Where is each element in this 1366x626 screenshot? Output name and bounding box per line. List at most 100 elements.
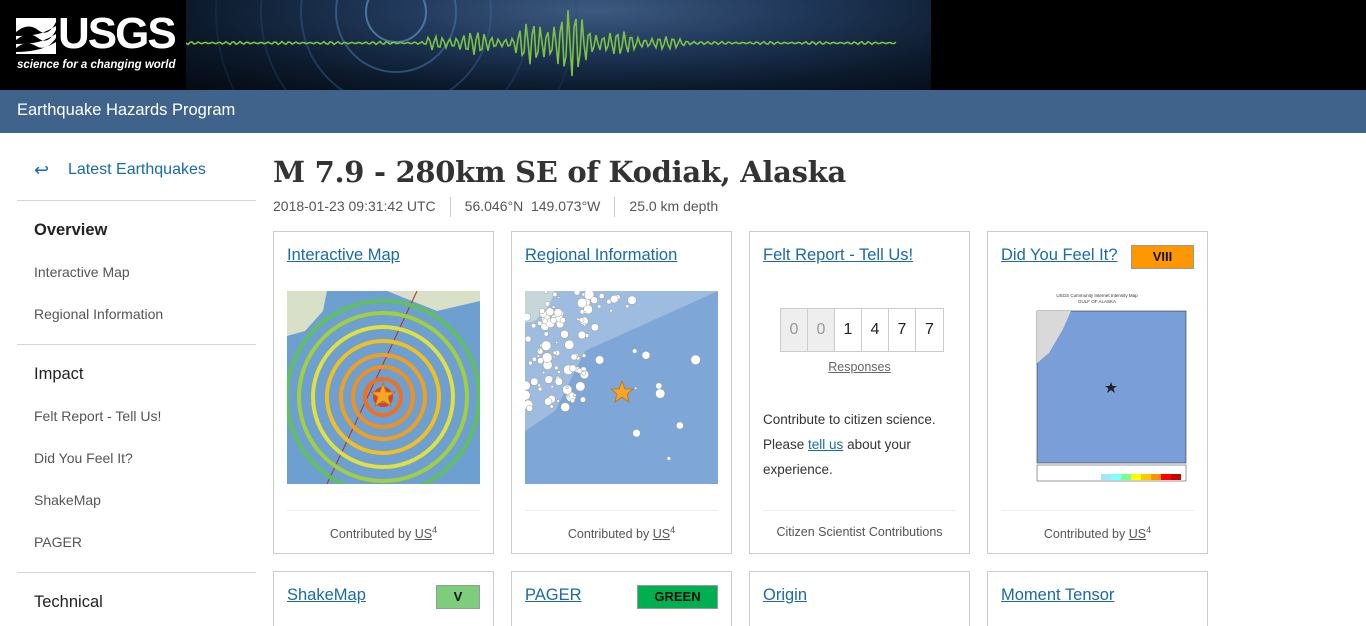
earthquake-marker — [557, 296, 560, 299]
earthquake-marker — [610, 294, 619, 304]
earthquake-marker — [554, 365, 559, 371]
sidebar-item-overview[interactable]: Overview — [34, 221, 107, 240]
earthquake-marker — [554, 377, 563, 386]
usgs-wave-logo-icon — [16, 18, 56, 54]
earthquake-marker — [543, 291, 548, 294]
earthquake-marker — [528, 360, 533, 366]
logo-tagline: science for a changing world — [17, 59, 176, 71]
earthquake-marker — [545, 307, 555, 317]
sidebar-item-shakemap[interactable]: ShakeMap — [34, 492, 101, 508]
earthquake-marker — [627, 295, 637, 305]
svg-text:GULF OF ALASKA: GULF OF ALASKA — [1078, 299, 1116, 304]
event-title: M 7.9 - 280km SE of Kodiak, Alaska — [273, 155, 846, 189]
divider — [614, 197, 616, 217]
earthquake-marker — [576, 368, 583, 374]
earthquake-marker — [537, 348, 540, 352]
earthquake-marker — [581, 353, 587, 358]
earthquake-marker — [581, 371, 586, 376]
shakemap-intensity-badge: V — [436, 585, 480, 609]
earthquake-marker — [530, 377, 539, 386]
divider — [287, 510, 480, 511]
felt-report-link[interactable]: Felt Report - Tell Us! — [763, 246, 913, 265]
counter-digit: 0 — [781, 309, 808, 351]
pager-card: PAGER GREEN — [511, 571, 732, 626]
tell-us-link[interactable]: tell us — [808, 437, 843, 452]
earthquake-marker — [666, 456, 671, 461]
site-header: USGS science for a changing world — [0, 0, 1366, 90]
counter-digit: 0 — [808, 309, 835, 351]
earthquake-marker — [572, 393, 577, 398]
seismogram-banner — [186, 0, 931, 90]
contributor-credit: Contributed by US4 — [1043, 525, 1152, 542]
regional-information-link[interactable]: Regional Information — [525, 246, 677, 265]
earthquake-marker — [538, 307, 546, 315]
earthquake-marker — [550, 385, 554, 389]
earthquake-marker — [590, 296, 598, 304]
sidebar-item-pager[interactable]: PAGER — [34, 534, 82, 550]
earthquake-marker — [542, 371, 546, 375]
contributor-credit: Contributed by US4 — [329, 525, 438, 542]
earthquake-marker — [632, 429, 641, 438]
shakemap-link[interactable]: ShakeMap — [287, 586, 366, 605]
earthquake-marker — [632, 348, 638, 354]
sidebar-item-felt-report[interactable]: Felt Report - Tell Us! — [34, 408, 161, 424]
earthquake-marker — [598, 293, 605, 299]
felt-description: Contribute to citizen science. Please te… — [763, 412, 936, 477]
earthquake-marker — [595, 355, 605, 365]
pager-link[interactable]: PAGER — [525, 586, 582, 605]
earthquake-marker — [537, 383, 541, 388]
dyfi-map-thumbnail[interactable]: USGS Community Internet Intensity Map GU… — [1001, 291, 1194, 484]
logo-wordmark: USGS — [58, 9, 177, 58]
network-link[interactable]: US — [653, 527, 670, 541]
contributor-credit: Contributed by US4 — [567, 525, 676, 542]
earthquake-marker — [590, 323, 599, 332]
earthquake-marker — [570, 353, 578, 361]
network-link[interactable]: US — [415, 527, 432, 541]
earthquake-marker — [543, 331, 549, 337]
origin-link[interactable]: Origin — [763, 586, 807, 605]
event-time: 2018-01-23 09:31:42 UTC — [273, 197, 436, 214]
earthquake-marker — [552, 355, 556, 359]
program-name-link[interactable]: Earthquake Hazards Program — [17, 101, 235, 120]
felt-report-card: Felt Report - Tell Us! 0 0 1 4 7 7 Respo… — [749, 231, 970, 554]
earthquake-marker — [525, 335, 532, 343]
usgs-logo[interactable]: USGS science for a changing world — [16, 10, 177, 76]
citizen-science-footer: Citizen Scientist Contributions — [776, 525, 943, 539]
dyfi-link[interactable]: Did You Feel It? — [1001, 246, 1118, 265]
earthquake-marker — [597, 304, 602, 309]
interactive-map-link[interactable]: Interactive Map — [287, 246, 400, 265]
moment-tensor-card: Moment Tensor — [987, 571, 1208, 626]
svg-text:USGS Community Internet Intens: USGS Community Internet Intensity Map — [1056, 293, 1138, 298]
earthquake-marker — [575, 381, 586, 392]
earthquake-marker — [544, 397, 553, 406]
sidebar-item-dyfi[interactable]: Did You Feel It? — [34, 450, 133, 466]
earthquake-marker — [541, 318, 548, 325]
origin-card: Origin — [749, 571, 970, 626]
regional-map-thumbnail[interactable] — [525, 291, 718, 484]
divider — [763, 510, 956, 511]
earthquake-marker — [634, 386, 638, 390]
sidebar-item-regional-information[interactable]: Regional Information — [34, 306, 163, 322]
earthquake-marker — [565, 386, 569, 390]
moment-tensor-link[interactable]: Moment Tensor — [1001, 586, 1114, 605]
sidebar-heading-impact: Impact — [34, 365, 84, 383]
earthquake-marker — [526, 404, 533, 412]
shakemap-card: ShakeMap V — [273, 571, 494, 626]
earthquake-marker — [583, 311, 587, 314]
interactive-map-thumbnail[interactable] — [287, 291, 480, 484]
earthquake-marker — [581, 292, 586, 297]
earthquake-marker — [641, 351, 651, 360]
sidebar-item-interactive-map[interactable]: Interactive Map — [34, 264, 130, 280]
earthquake-marker — [531, 323, 537, 329]
earthquake-marker — [536, 354, 541, 358]
earthquake-marker — [567, 394, 571, 398]
earthquake-marker — [577, 330, 587, 340]
latest-earthquakes-link[interactable]: ↩ Latest Earthquakes — [17, 159, 256, 183]
earthquake-marker — [570, 398, 575, 403]
earthquake-marker — [525, 312, 531, 322]
network-link[interactable]: US — [1129, 527, 1146, 541]
earthquake-marker — [537, 320, 543, 326]
earthquake-marker — [549, 404, 554, 409]
earthquake-marker — [560, 402, 570, 412]
back-arrow-icon: ↩ — [34, 160, 50, 180]
